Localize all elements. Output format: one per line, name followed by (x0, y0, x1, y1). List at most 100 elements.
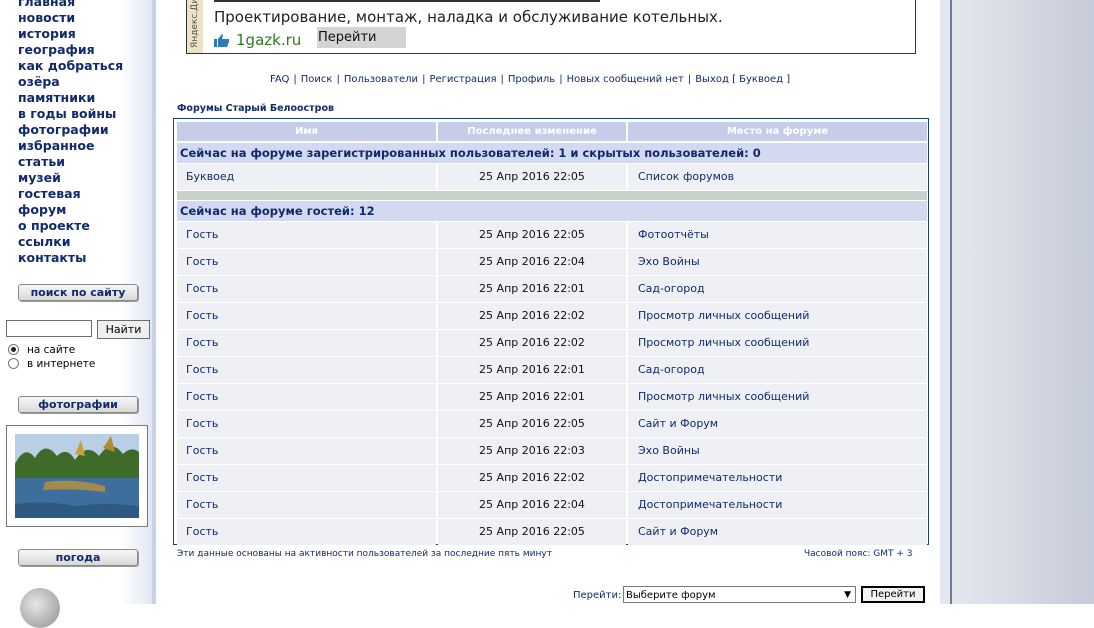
location-cell[interactable]: Фотоотчёты (628, 222, 927, 248)
user-name-cell[interactable]: Гость (177, 249, 436, 275)
location-cell[interactable]: Просмотр личных сообщений (628, 384, 927, 410)
nav-item[interactable]: памятники (18, 90, 123, 106)
profile-link[interactable]: Профиль (508, 74, 555, 85)
nav-item[interactable]: форум (18, 202, 123, 218)
table-row: Гость 25 Апр 2016 22:02 Просмотр личных со… (177, 330, 927, 357)
nav-item[interactable]: география (18, 42, 123, 58)
user-name-cell[interactable]: Гость (177, 384, 436, 410)
user-name-cell[interactable]: Гость (177, 330, 436, 356)
user-name-cell[interactable]: Гость (177, 411, 436, 437)
nav-item[interactable]: новости (18, 10, 123, 26)
nav-item[interactable]: контакты (18, 250, 123, 266)
forum-title[interactable]: Форумы Старый Белоостров (177, 103, 334, 114)
nav-item[interactable]: ссылки (18, 234, 123, 250)
thumbs-up-icon (214, 34, 229, 47)
activity-note: Эти данные основаны на активности пользо… (177, 549, 552, 559)
header-name: Имя (177, 122, 436, 141)
photos-button[interactable]: фотографии (18, 396, 138, 413)
jump-label: Перейти: (573, 590, 622, 601)
radio-web[interactable] (8, 357, 19, 369)
timezone-label: Часовой пояс: GMT + 3 (804, 549, 913, 559)
landscape-image (15, 434, 139, 518)
new-messages-link[interactable]: Новых сообщений нет (567, 74, 684, 85)
table-row: Гость 25 Апр 2016 22:05 Сайт и Форум (177, 411, 927, 438)
last-change-cell: 25 Апр 2016 22:01 (438, 357, 626, 383)
radio-site[interactable] (8, 343, 19, 355)
user-name-cell[interactable]: Буквоед (177, 164, 436, 190)
nav-item[interactable]: избранное (18, 138, 123, 154)
location-cell[interactable]: Эхо Войны (628, 438, 927, 464)
right-background (952, 0, 1094, 604)
weather-button[interactable]: погода (18, 549, 138, 566)
last-change-cell: 25 Апр 2016 22:01 (438, 384, 626, 410)
guests-heading: Сейчас на форуме гостей: 12 (177, 201, 927, 221)
ad-text[interactable]: Проектирование, монтаж, наладка и обслуж… (214, 8, 723, 26)
user-name-cell[interactable]: Гость (177, 519, 436, 545)
search-submit-button[interactable]: Найти (97, 320, 150, 339)
site-nav: главная новости история география как добрат… (18, 0, 123, 266)
table-row: Гость 25 Апр 2016 22:01 Сад-огород (177, 357, 927, 384)
nav-item[interactable]: о проекте (18, 218, 123, 234)
nav-item[interactable]: музей (18, 170, 123, 186)
last-change-cell: 25 Апр 2016 22:02 (438, 465, 626, 491)
search-input[interactable] (6, 320, 92, 337)
location-cell[interactable]: Достопримечательности (628, 465, 927, 491)
table-row: Буквоед 25 Апр 2016 22:05 Список форумов (177, 164, 927, 191)
ad-side-label: Яндекс.Директ (187, 0, 203, 53)
location-cell[interactable]: Сад-огород (628, 357, 927, 383)
nav-item[interactable]: главная (18, 0, 123, 10)
right-gutter (940, 0, 950, 604)
header-last-change: Последнее изменение (438, 122, 626, 141)
location-cell[interactable]: Сайт и Форум (628, 411, 927, 437)
online-users-table: Имя Последнее изменение Место на форуме … (173, 118, 929, 545)
nav-item[interactable]: статьи (18, 154, 123, 170)
ad-go-button[interactable]: Перейти (317, 27, 406, 48)
user-name-cell[interactable]: Гость (177, 357, 436, 383)
location-cell[interactable]: Достопримечательности (628, 492, 927, 518)
photo-thumbnail[interactable] (6, 425, 148, 527)
nav-item[interactable]: история (18, 26, 123, 42)
faq-link[interactable]: FAQ (270, 74, 289, 85)
moon-icon (20, 588, 60, 628)
radio-site-row[interactable]: на сайте (8, 343, 75, 357)
last-change-cell: 25 Апр 2016 22:03 (438, 438, 626, 464)
ad-block[interactable]: Яндекс.Директ Проектирование, монтаж, на… (186, 0, 916, 54)
user-name-cell[interactable]: Гость (177, 465, 436, 491)
user-name-cell[interactable]: Гость (177, 303, 436, 329)
nav-item[interactable]: озёра (18, 74, 123, 90)
table-row: Гость 25 Апр 2016 22:04 Достопримечательно… (177, 492, 927, 519)
chevron-down-icon: ▼ (844, 590, 851, 600)
nav-item[interactable]: в годы войны (18, 106, 123, 122)
location-cell[interactable]: Сайт и Форум (628, 519, 927, 545)
header-location: Место на форуме (628, 122, 927, 141)
user-name-cell[interactable]: Гость (177, 276, 436, 302)
section-separator (177, 191, 927, 200)
location-cell[interactable]: Эхо Войны (628, 249, 927, 275)
forum-jump-value: Выберите форум (626, 590, 716, 601)
user-name-cell[interactable]: Гость (177, 222, 436, 248)
nav-item[interactable]: фотографии (18, 122, 123, 138)
jump-go-button[interactable]: Перейти (861, 586, 925, 603)
nav-item[interactable]: гостевая (18, 186, 123, 202)
radio-web-row[interactable]: в интернете (8, 357, 96, 371)
user-name-cell[interactable]: Гость (177, 438, 436, 464)
ad-title-underline (214, 0, 600, 2)
location-cell[interactable]: Просмотр личных сообщений (628, 303, 927, 329)
location-cell[interactable]: Сад-огород (628, 276, 927, 302)
site-search-button[interactable]: поиск по сайту (18, 284, 138, 301)
users-link[interactable]: Пользователи (344, 74, 418, 85)
last-change-cell: 25 Апр 2016 22:05 (438, 164, 626, 190)
location-cell[interactable]: Список форумов (628, 164, 927, 190)
nav-item[interactable]: как добраться (18, 58, 123, 74)
register-link[interactable]: Регистрация (429, 74, 496, 85)
user-name-cell[interactable]: Гость (177, 492, 436, 518)
radio-web-label: в интернете (27, 358, 96, 370)
logout-link[interactable]: Выход [ Буквоед ] (695, 74, 790, 85)
table-row: Гость 25 Апр 2016 22:01 Сад-огород (177, 276, 927, 303)
table-row: Гость 25 Апр 2016 22:04 Эхо Войны (177, 249, 927, 276)
forum-jump-select[interactable]: Выберите форум ▼ (623, 586, 856, 603)
search-link[interactable]: Поиск (301, 74, 333, 85)
ad-site-link[interactable]: 1gazk.ru (236, 31, 301, 49)
location-cell[interactable]: Просмотр личных сообщений (628, 330, 927, 356)
table-row: Гость 25 Апр 2016 22:03 Эхо Войны (177, 438, 927, 465)
